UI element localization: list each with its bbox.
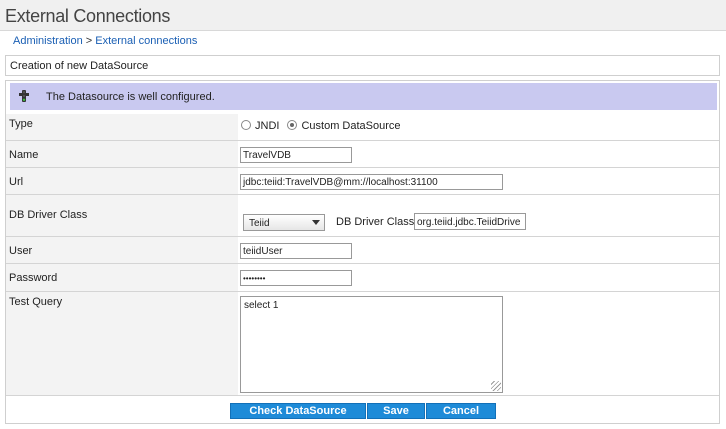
name-input[interactable]: TravelVDB	[240, 147, 352, 163]
breadcrumb-administration-link[interactable]: Administration	[13, 35, 83, 47]
check-datasource-button[interactable]: Check DataSource	[230, 403, 366, 419]
traffic-light-icon	[18, 90, 30, 102]
query-textarea[interactable]: select 1	[240, 296, 503, 393]
type-jndi-label: JNDI	[255, 120, 280, 132]
driver-select[interactable]: Teiid	[243, 214, 325, 231]
driver-label: DB Driver Class	[6, 195, 238, 237]
password-label: Password	[6, 264, 238, 292]
driver-class-input[interactable]: org.teiid.jdbc.TeiidDrive	[414, 213, 526, 230]
query-text: select 1	[244, 300, 279, 311]
chevron-down-icon	[312, 220, 320, 225]
type-label: Type	[6, 114, 238, 141]
driver-class-label: DB Driver Class	[336, 216, 415, 228]
save-button[interactable]: Save	[367, 403, 425, 419]
password-input[interactable]: ••••••••	[240, 270, 352, 286]
user-label: User	[6, 237, 238, 264]
type-jndi-radio[interactable]	[241, 120, 251, 130]
url-label: Url	[6, 168, 238, 195]
section-title: Creation of new DataSource	[5, 55, 720, 76]
url-input[interactable]: jdbc:teiid:TravelVDB@mm://localhost:3110…	[240, 174, 503, 190]
cancel-button[interactable]: Cancel	[426, 403, 496, 419]
status-message: The Datasource is well configured.	[46, 91, 215, 103]
status-banner: The Datasource is well configured.	[10, 83, 717, 110]
name-label: Name	[6, 141, 238, 168]
resize-grip-icon[interactable]	[491, 381, 501, 391]
type-options: JNDI Custom DataSource	[238, 114, 719, 141]
breadcrumb-external-connections-link[interactable]: External connections	[95, 35, 197, 47]
user-input[interactable]: teiidUser	[240, 243, 352, 259]
page-title: External Connections	[0, 0, 726, 31]
driver-select-value: Teiid	[249, 218, 270, 229]
type-custom-radio[interactable]	[287, 120, 298, 130]
breadcrumb: Administration > External connections	[0, 31, 726, 51]
type-custom-label: Custom DataSource	[301, 120, 401, 132]
breadcrumb-separator: >	[82, 35, 96, 47]
query-label: Test Query	[6, 292, 238, 396]
